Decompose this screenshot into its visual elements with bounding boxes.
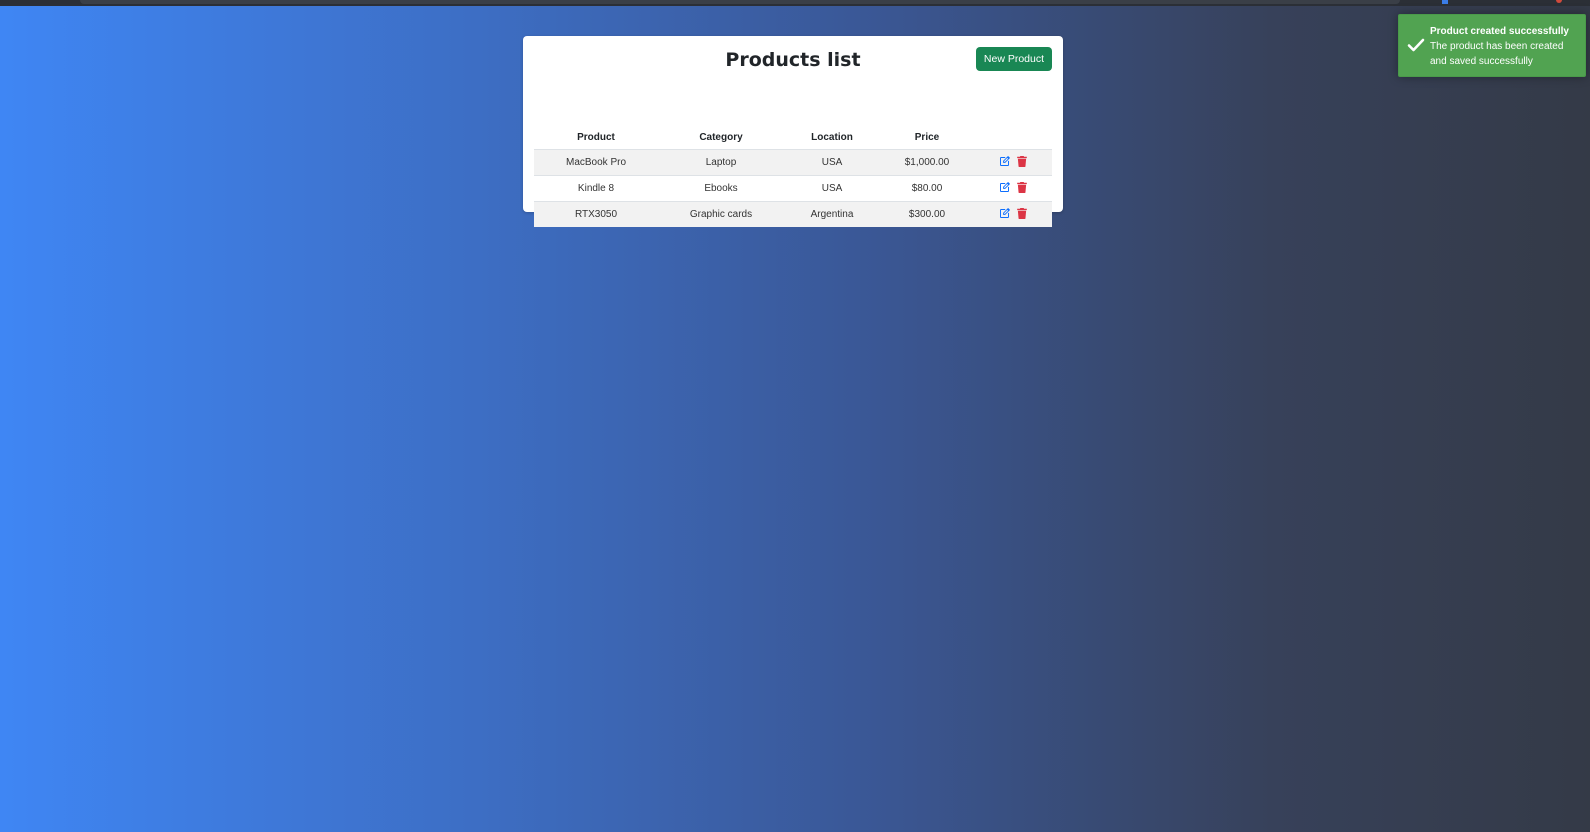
- edit-icon[interactable]: [999, 155, 1011, 167]
- cell-product: MacBook Pro: [534, 149, 658, 176]
- cell-price: $1,000.00: [880, 149, 974, 176]
- cell-actions: [974, 201, 1052, 227]
- cell-product: RTX3050: [534, 201, 658, 227]
- table-header-row: Product Category Location Price: [534, 125, 1052, 150]
- edit-icon[interactable]: [999, 207, 1011, 219]
- new-product-button[interactable]: New Product: [975, 47, 1052, 71]
- table-row: MacBook Pro Laptop USA $1,000.00: [534, 149, 1052, 176]
- products-card: Products list New Product Product Catego…: [523, 36, 1063, 227]
- check-icon: [1407, 37, 1425, 53]
- table-row: RTX3050 Graphic cards Argentina $300.00: [534, 201, 1052, 227]
- extension-icon[interactable]: [1556, 0, 1562, 3]
- cell-location: USA: [784, 149, 880, 176]
- toast-message: The product has been created and saved s…: [1430, 41, 1564, 67]
- edit-icon[interactable]: [999, 181, 1011, 193]
- cell-product: Kindle 8: [534, 175, 658, 202]
- column-header-actions: [974, 125, 1052, 150]
- cell-location: USA: [784, 175, 880, 202]
- browser-top-strip: [0, 0, 1590, 6]
- address-bar[interactable]: [80, 0, 1400, 4]
- column-header-price: Price: [880, 125, 974, 150]
- cell-actions: [974, 175, 1052, 202]
- cell-category: Ebooks: [658, 175, 784, 202]
- column-header-category: Category: [658, 125, 784, 150]
- table-row: Kindle 8 Ebooks USA $80.00: [534, 175, 1052, 202]
- extension-icon[interactable]: [1442, 0, 1448, 4]
- products-table: Product Category Location Price MacBook …: [534, 125, 1052, 227]
- toast-title: Product created successfully: [1430, 26, 1569, 37]
- trash-icon[interactable]: [1016, 207, 1028, 219]
- cell-category: Laptop: [658, 149, 784, 176]
- trash-icon[interactable]: [1016, 155, 1028, 167]
- column-header-product: Product: [534, 125, 658, 150]
- column-header-location: Location: [784, 125, 880, 150]
- success-toast[interactable]: Product created successfully The product…: [1398, 14, 1586, 77]
- cell-price: $80.00: [880, 175, 974, 202]
- cell-price: $300.00: [880, 201, 974, 227]
- cell-location: Argentina: [784, 201, 880, 227]
- cell-actions: [974, 149, 1052, 176]
- cell-category: Graphic cards: [658, 201, 784, 227]
- trash-icon[interactable]: [1016, 181, 1028, 193]
